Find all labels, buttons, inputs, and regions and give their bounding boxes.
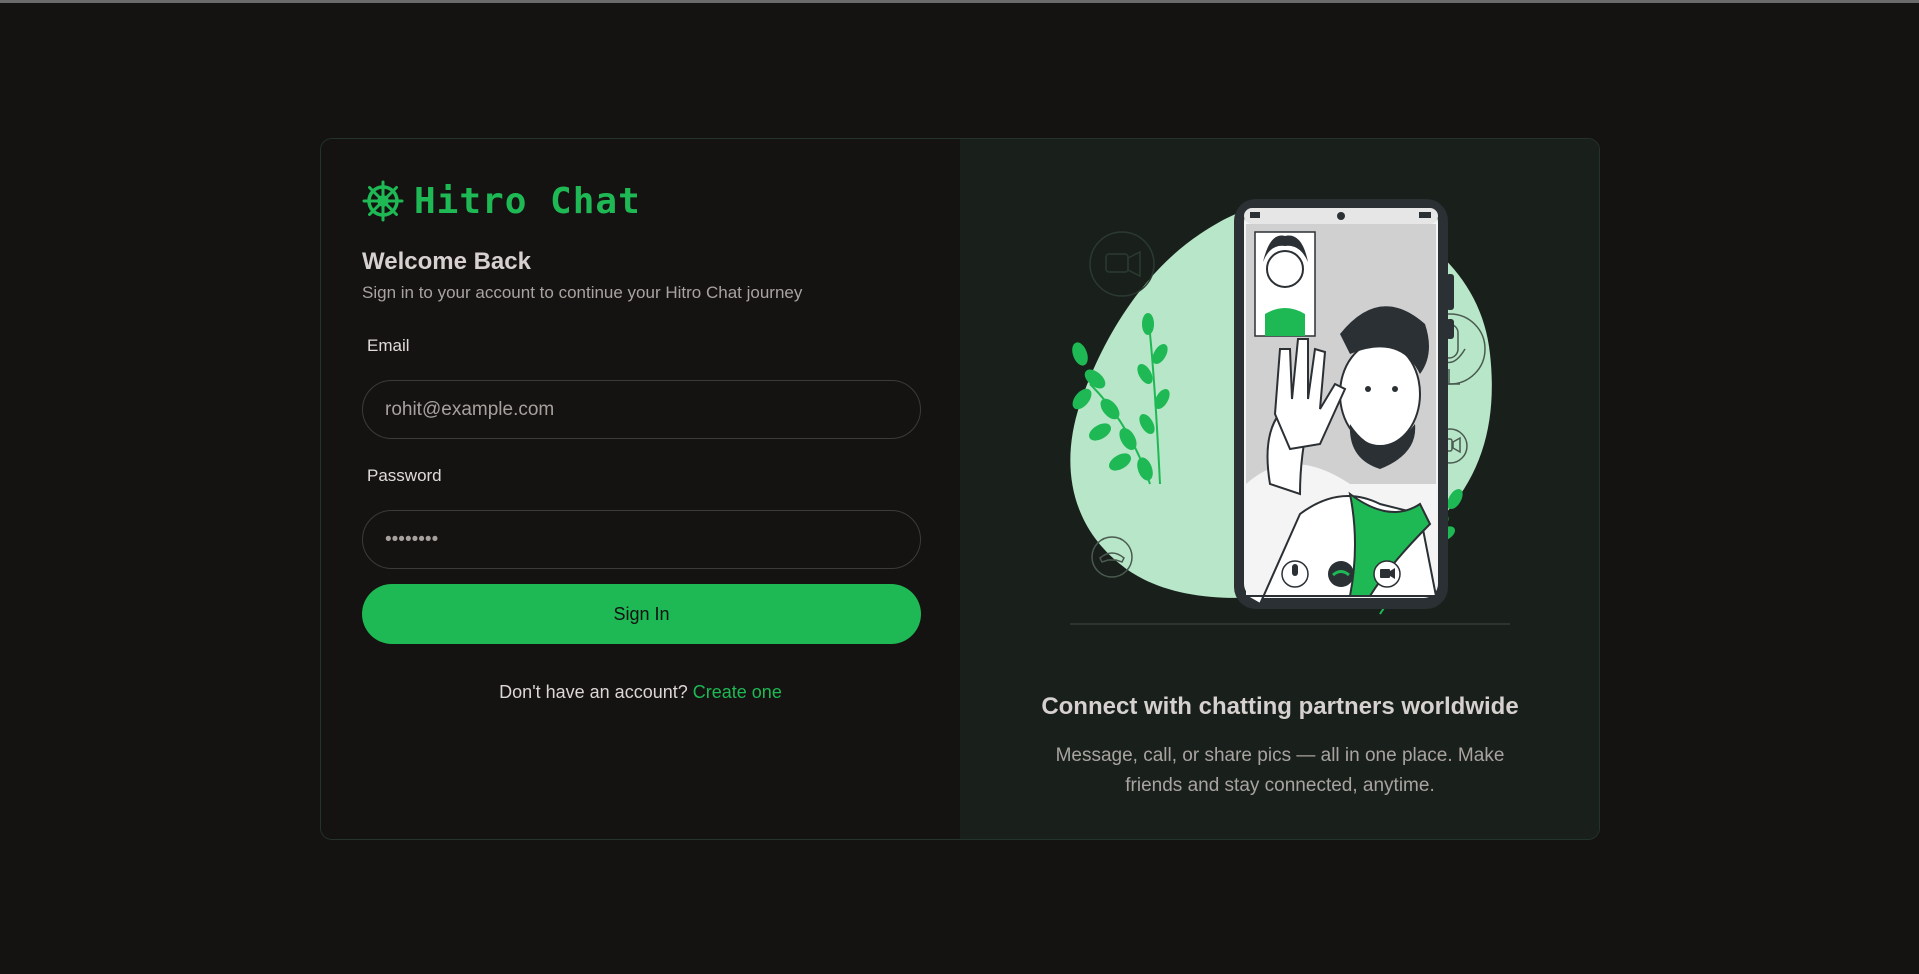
window-top-border	[0, 0, 1919, 3]
brand-name: Hitro Chat	[414, 180, 641, 222]
password-field-wrapper	[362, 510, 921, 569]
promo-description: Message, call, or share pics — all in on…	[1055, 745, 1505, 796]
password-label: Password	[367, 466, 442, 485]
login-card: Hitro Chat Welcome Back Sign in to your …	[320, 138, 1600, 840]
brand-logo: Hitro Chat	[362, 180, 641, 222]
email-label: Email	[367, 336, 410, 355]
sign-in-button[interactable]: Sign In	[362, 584, 921, 644]
signup-prompt-text: Don't have an account?	[499, 682, 688, 702]
promo-panel: Connect with chatting partners worldwide…	[960, 139, 1599, 839]
page-title: Welcome Back	[362, 248, 531, 275]
promo-title: Connect with chatting partners worldwide	[1041, 693, 1519, 720]
password-field[interactable]	[383, 527, 900, 552]
dharma-wheel-icon	[362, 180, 404, 222]
email-field[interactable]	[383, 397, 900, 422]
create-account-link[interactable]: Create one	[693, 682, 782, 702]
email-field-wrapper	[362, 380, 921, 439]
login-panel: Hitro Chat Welcome Back Sign in to your …	[321, 139, 960, 839]
page-subtitle: Sign in to your account to continue your…	[362, 283, 803, 302]
signup-prompt: Don't have an account? Create one	[321, 682, 960, 703]
video-call-illustration	[1070, 199, 1510, 625]
